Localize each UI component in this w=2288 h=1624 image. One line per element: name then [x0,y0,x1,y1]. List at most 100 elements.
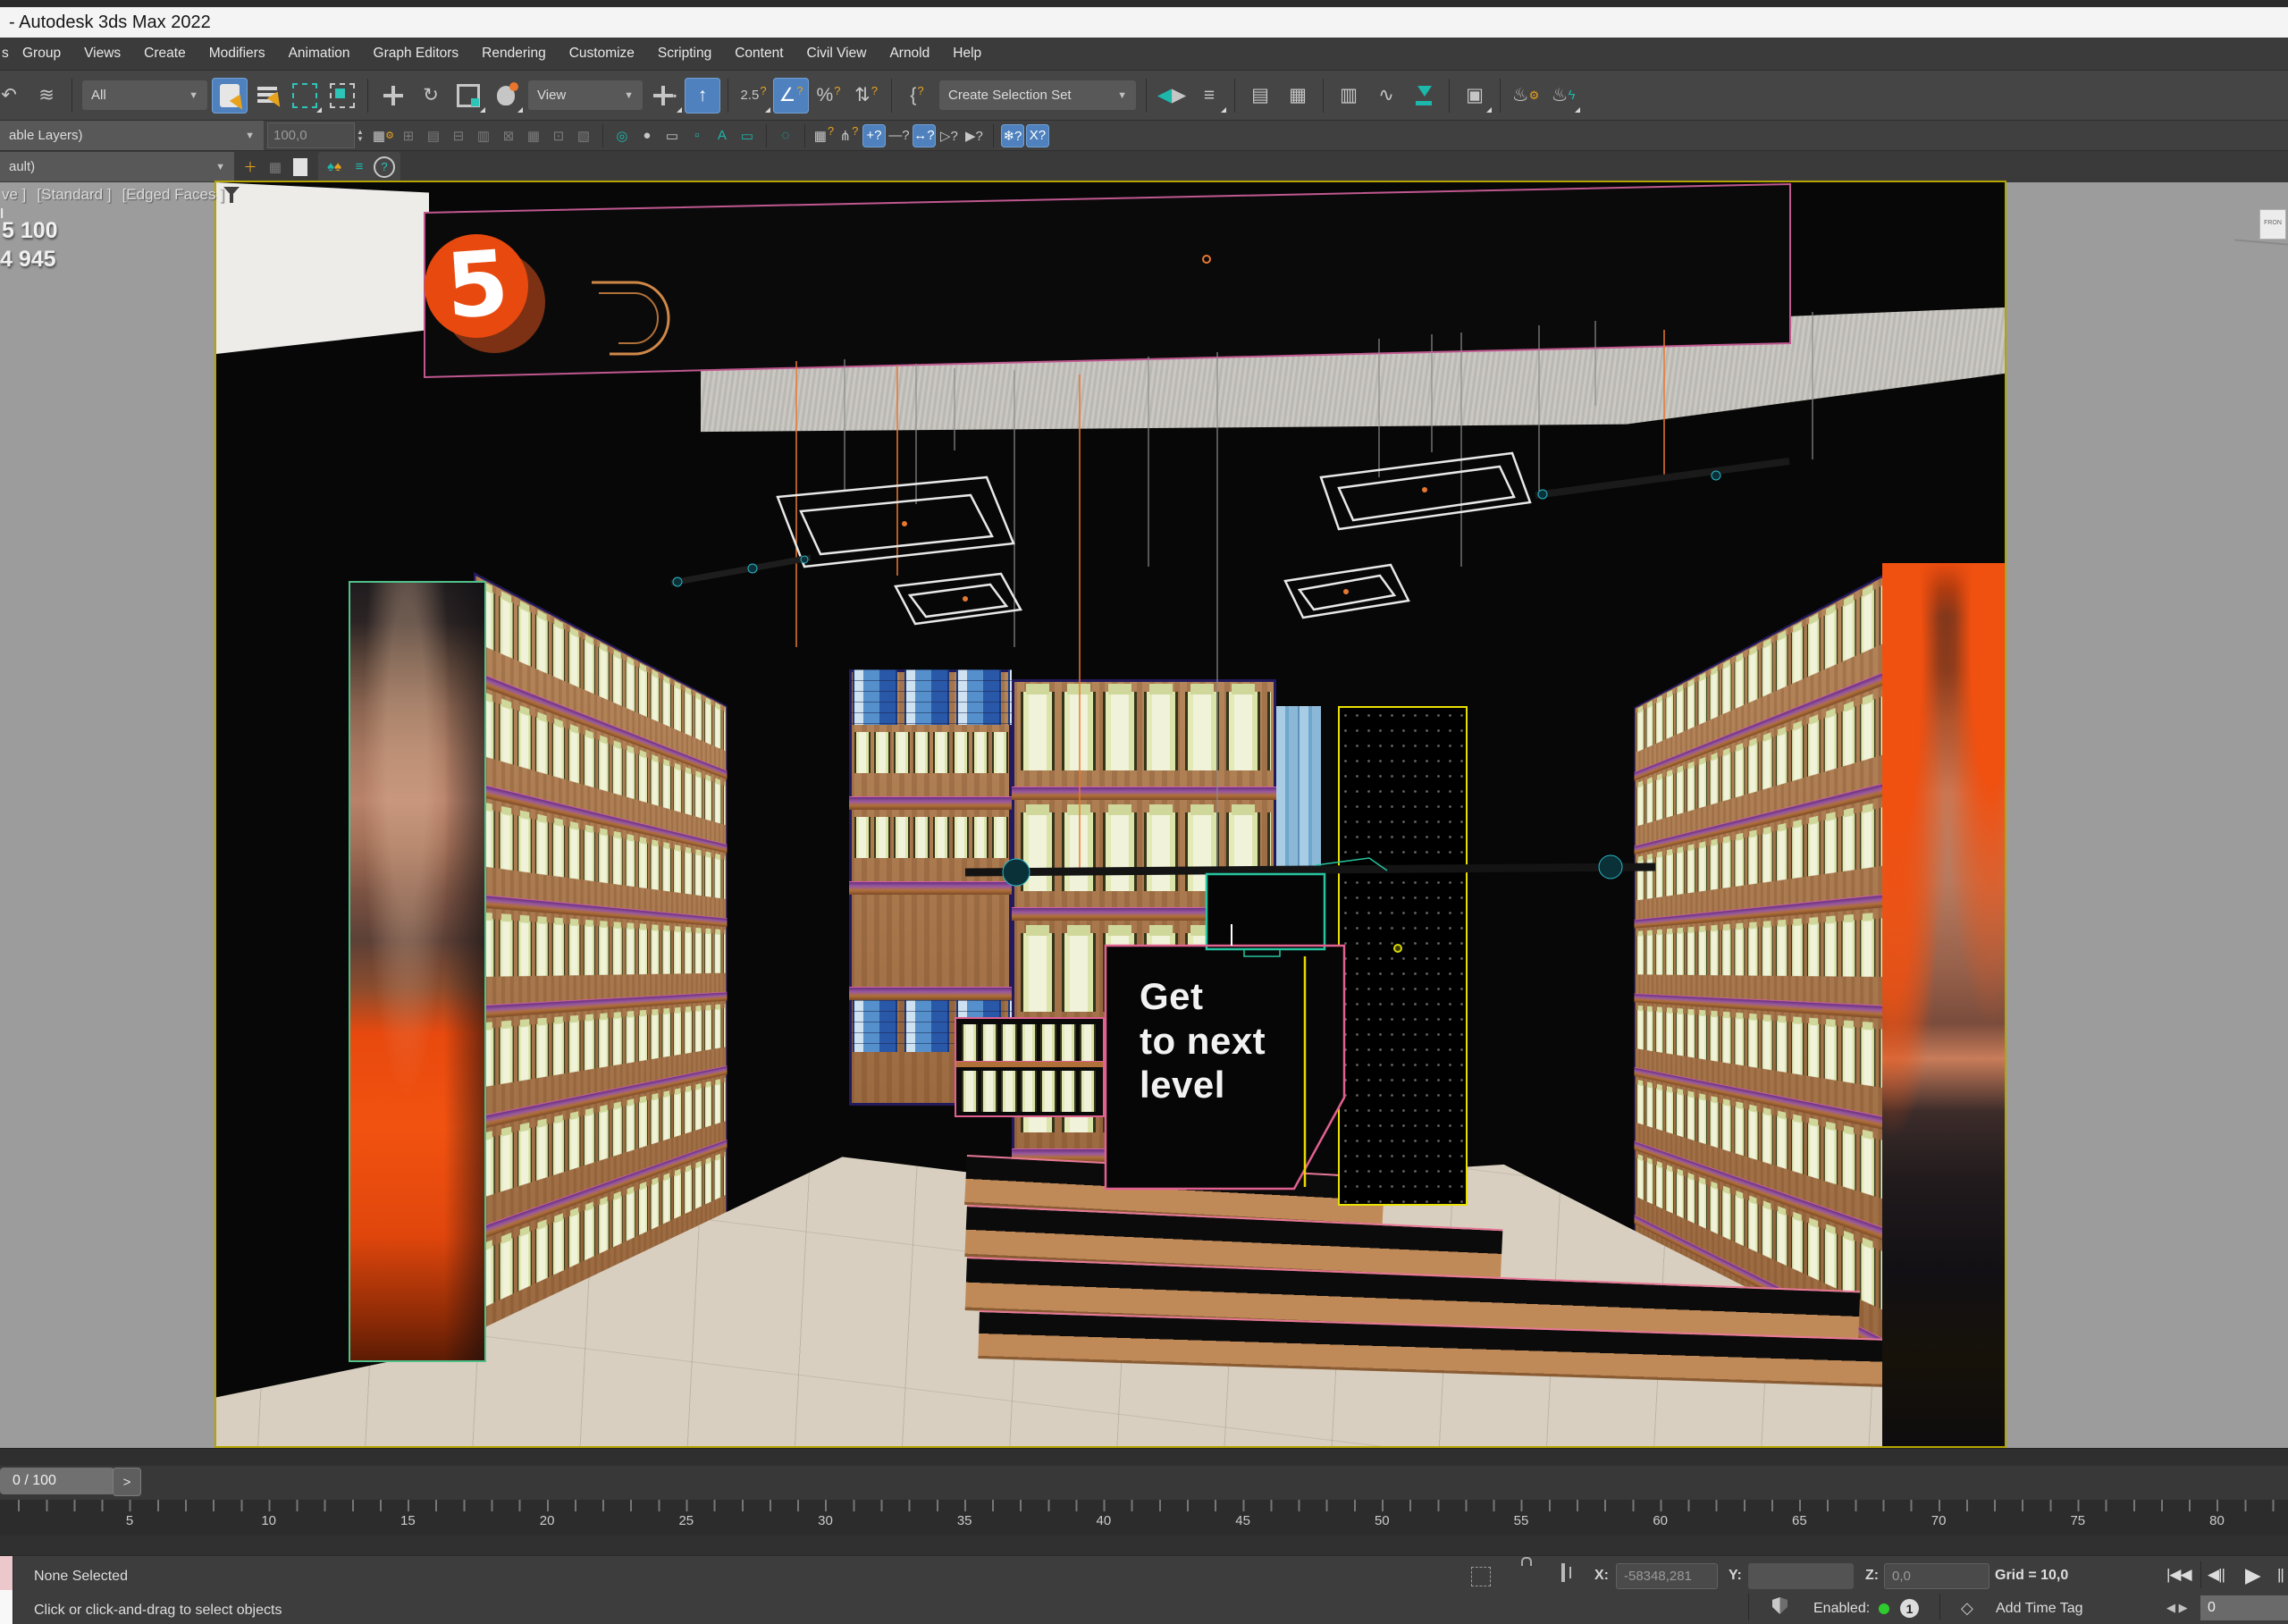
select-by-name-button[interactable] [249,78,285,114]
x-coordinate-field[interactable]: -58348,281 [1616,1563,1718,1589]
workspace-dropdown[interactable]: ault)▼ [0,152,234,181]
layer-tool-icon[interactable]: ⊠ [497,124,520,147]
isolate-selection-icon[interactable] [1471,1567,1491,1586]
menu-item[interactable]: Scripting [646,38,723,70]
menu-item[interactable]: Views [72,38,132,70]
select-move-button[interactable] [375,78,411,114]
bone-tool-icon[interactable]: ⋔? [837,124,861,147]
dot-grid-icon[interactable]: ▦? [812,124,836,147]
layer-explorer-button[interactable]: ▦ [1280,78,1316,114]
add-stack-icon[interactable]: ＋ [239,156,262,179]
menu-item-partial[interactable]: s [0,46,11,62]
menu-item[interactable]: Help [941,38,993,70]
menu-item[interactable]: Animation [277,38,362,70]
filter-funnel-icon[interactable] [223,187,240,205]
next-frame-button[interactable]: > [113,1468,141,1496]
select-object-button[interactable] [212,78,248,114]
absolute-mode-icon[interactable] [1561,1563,1565,1582]
previous-frame-button[interactable]: ◀|| [2208,1566,2225,1584]
dot-circle-icon[interactable]: ◌ [774,124,797,147]
select-rotate-button[interactable]: ↻ [413,78,449,114]
left-viewport[interactable] [0,182,214,1448]
maxscript-mini-listener[interactable] [0,1556,13,1624]
render-setup-dl-button[interactable] [1406,78,1442,114]
use-center-button[interactable]: ▪ [647,78,683,114]
line-script-icon[interactable]: —? [887,124,911,147]
menu-item[interactable]: Content [723,38,795,70]
active-layer-dropdown[interactable]: able Layers)▼ [0,121,264,150]
help-circle-icon[interactable]: ? [373,156,396,179]
z-coordinate-field[interactable]: 0,0 [1884,1563,1989,1589]
right-viewport[interactable]: FRON [2006,182,2288,1448]
menu-item[interactable]: Civil View [795,38,879,70]
render-setup-button[interactable]: ♨⚙ [1508,78,1544,114]
key-mode-toggle[interactable]: ◀ ▶ [2166,1601,2188,1615]
menu-item[interactable]: Customize [558,38,646,70]
percent-snap-button[interactable]: %? [811,78,846,114]
notification-count-badge[interactable]: 1 [1900,1599,1919,1618]
viewport-style-label[interactable]: [Edged Faces ] [122,186,224,204]
selection-filter-dropdown[interactable]: All▼ [82,80,207,110]
layer-tool-icon[interactable]: ▥ [472,124,495,147]
goto-start-button[interactable]: |◀◀ [2166,1566,2191,1584]
scene-explorer-button[interactable]: ▤ [1242,78,1278,114]
mirror-button[interactable]: ◀▶ [1154,78,1190,114]
freeze-script-icon[interactable]: ❄? [1001,124,1024,147]
pivot-target-icon[interactable]: ◎ [610,124,634,147]
rendered-frame-window-button[interactable]: ▣ [1457,78,1493,114]
layer-tool-icon[interactable]: ▦ [522,124,545,147]
curve-editor-button[interactable]: ∿ [1368,78,1404,114]
menu-item[interactable]: Modifiers [198,38,277,70]
angle-snap-button[interactable]: ∠? [773,78,809,114]
layer-tool-icon[interactable]: ▧ [572,124,595,147]
notes-doc-icon[interactable]: ≡ [348,156,371,179]
select-scale-button[interactable] [450,78,486,114]
reference-coordinate-dropdown[interactable]: View▼ [528,80,643,110]
layer-tool-icon[interactable]: ⊡ [547,124,570,147]
play-button[interactable]: ▶ [2245,1563,2260,1587]
snap-toggle-25-button[interactable]: 2.5? [736,78,771,114]
layer-tool-icon[interactable]: ▤ [422,124,445,147]
layer-tool-icon[interactable]: ⊞ [397,124,420,147]
ribbon-toggle-button[interactable]: ▥ [1331,78,1367,114]
y-coordinate-field[interactable] [1748,1563,1854,1589]
align-button[interactable]: ≡ [1191,78,1227,114]
quick-render-button[interactable]: ♨ϟ [1545,78,1581,114]
window-crossing-button[interactable] [324,78,360,114]
slider-script-icon[interactable]: ↔? [913,124,936,147]
squares-icon[interactable]: ▫ [686,124,709,147]
time-slider[interactable]: 0 / 100 [0,1468,114,1494]
viewport-view-label[interactable]: ve ] [2,186,26,204]
safe-scripts-shield-icon[interactable] [1772,1597,1788,1614]
perspective-viewport[interactable]: 5 [214,181,2006,1448]
arrow-filled-script-icon[interactable]: ▶? [963,124,986,147]
link-icon[interactable]: ≋ [29,78,64,114]
transparency-spinner[interactable]: 100,0 [267,122,355,148]
named-selection-set-dropdown[interactable]: Create Selection Set▼ [939,80,1136,110]
menu-item[interactable]: Create [132,38,198,70]
layers-stack-icon[interactable]: ▦ [264,156,287,179]
menu-item[interactable]: Group [11,38,72,70]
layer-list-icon[interactable]: ▦⚙ [372,124,395,147]
x-script-icon[interactable]: X? [1026,124,1049,147]
white-swatch-icon[interactable] [289,156,312,179]
edit-named-selection-button[interactable]: {? [899,78,935,114]
viewport-shading-label[interactable]: [Standard ] [37,186,111,204]
selection-region-button[interactable] [287,78,323,114]
vegetation-icon[interactable]: ♠♠ [323,156,346,179]
spheres-icon[interactable]: ● [635,124,659,147]
next-frame-partial-button[interactable]: || [2277,1566,2284,1584]
spinner-arrows-icon[interactable]: ▲▼ [357,129,364,143]
select-place-button[interactable] [488,78,524,114]
arrow-script-icon[interactable]: ▷? [938,124,961,147]
menu-item[interactable]: Arnold [878,38,941,70]
select-manipulate-button[interactable]: ↑ [685,78,720,114]
ruler-icon[interactable]: ▭ [736,124,759,147]
menu-item[interactable]: Graph Editors [362,38,471,70]
spinner-snap-button[interactable]: ⇅? [848,78,884,114]
undo-icon[interactable]: ↶ [0,78,27,114]
add-time-tag[interactable]: Add Time Tag [1996,1601,2083,1617]
menu-item[interactable]: Rendering [470,38,558,70]
eraser-icon[interactable]: ▭ [660,124,684,147]
autogrid-icon[interactable]: A [711,124,734,147]
